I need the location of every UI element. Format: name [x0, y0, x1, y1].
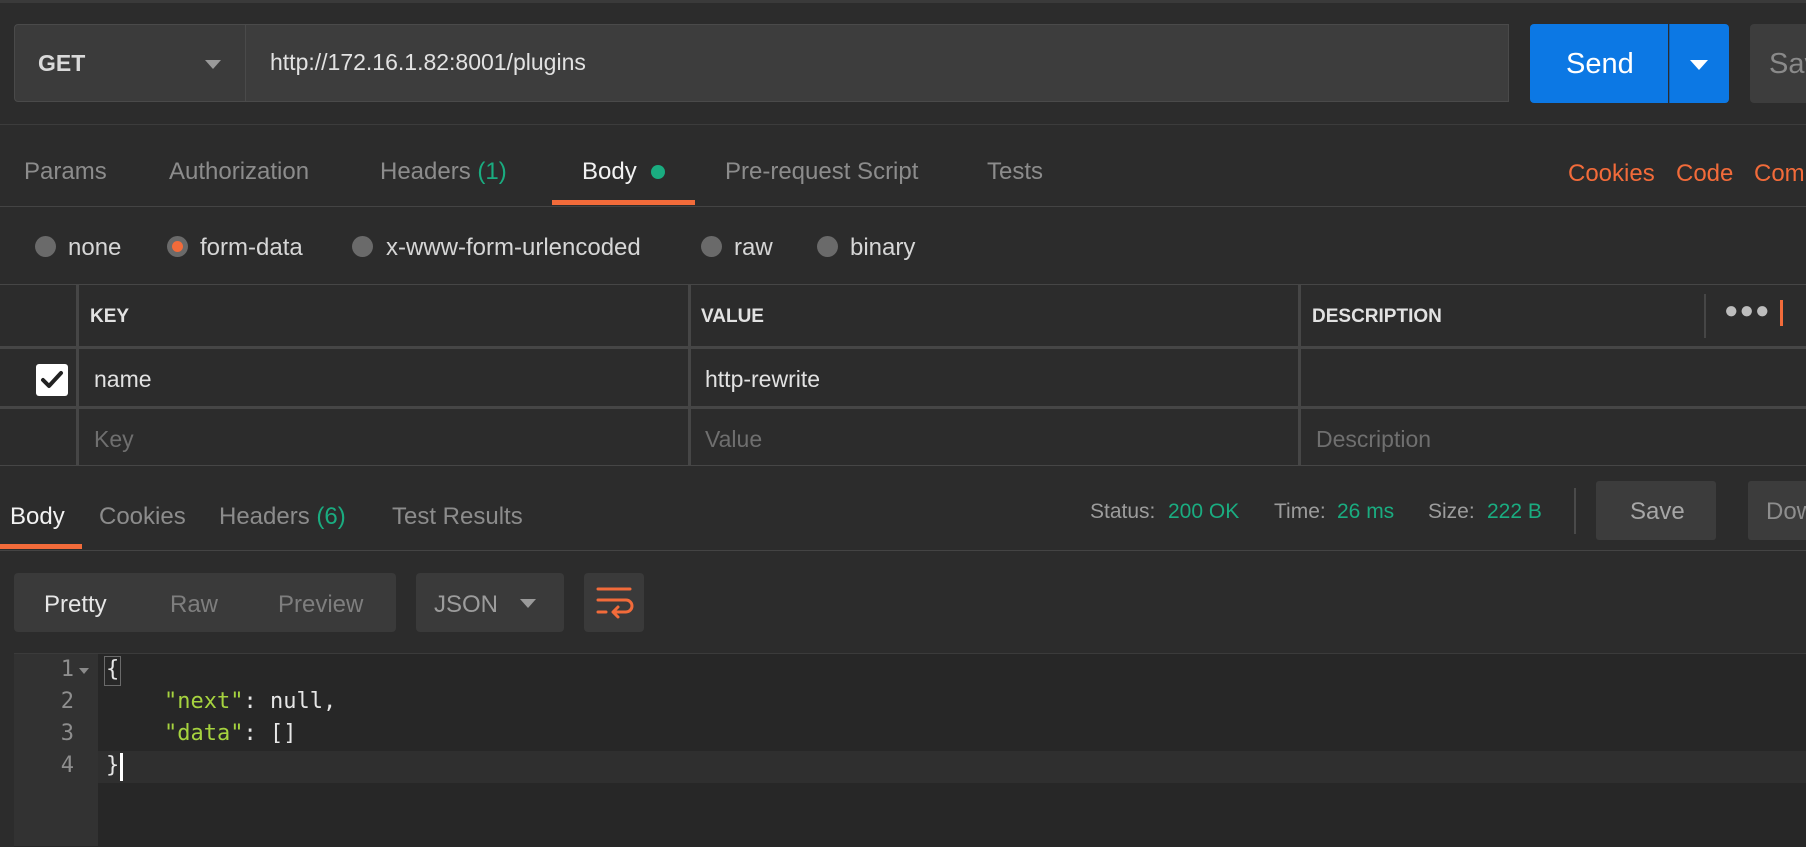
header-divider	[1704, 294, 1706, 338]
response-tab-headers[interactable]: Headers (6)	[219, 503, 346, 531]
description-input[interactable]: Description	[1316, 426, 1431, 453]
radio-none[interactable]	[35, 236, 56, 257]
bulk-edit-link[interactable]	[1780, 300, 1783, 326]
view-pretty[interactable]: Pretty	[44, 591, 107, 619]
table-divider	[0, 346, 1806, 349]
caret-down-icon[interactable]	[1690, 60, 1708, 70]
response-tab-test-results[interactable]: Test Results	[392, 503, 523, 531]
header-value: VALUE	[701, 306, 764, 327]
text-cursor	[120, 753, 123, 781]
radio-raw[interactable]	[701, 236, 722, 257]
line-number: 4	[60, 753, 74, 778]
tab-body[interactable]: Body	[582, 158, 637, 186]
format-label[interactable]: JSON	[434, 591, 498, 619]
radio-binary[interactable]	[817, 236, 838, 257]
radio-raw-label[interactable]: raw	[734, 234, 773, 262]
response-headers-count: (6)	[316, 503, 346, 530]
radio-none-label[interactable]: none	[68, 234, 121, 262]
json-sep: :	[243, 721, 270, 746]
wrap-lines-icon	[596, 587, 634, 619]
column-divider[interactable]	[76, 285, 79, 465]
status-label: Status:	[1090, 500, 1156, 523]
form-data-table	[0, 284, 1806, 466]
response-tab-cookies[interactable]: Cookies	[99, 503, 186, 531]
code-line: "data": []	[164, 721, 296, 746]
time-label: Time:	[1274, 500, 1326, 523]
size-value[interactable]: 222 B	[1487, 500, 1542, 524]
tab-params[interactable]: Params	[24, 158, 107, 186]
line-number: 2	[60, 689, 74, 714]
wrap-lines-button[interactable]	[584, 573, 644, 632]
column-divider[interactable]	[688, 285, 691, 465]
radio-x-www-form-urlencoded[interactable]	[352, 236, 373, 257]
chevron-down-icon[interactable]	[520, 599, 536, 608]
tab-headers[interactable]: Headers (1)	[380, 158, 507, 186]
response-tab-headers-label: Headers	[219, 503, 310, 530]
active-tab-indicator	[552, 200, 695, 205]
response-tab-body[interactable]: Body	[10, 503, 65, 531]
radio-form-data[interactable]	[167, 236, 188, 257]
table-divider	[0, 406, 1806, 409]
time-value[interactable]: 26 ms	[1337, 500, 1394, 524]
fold-arrow-icon[interactable]	[79, 668, 89, 674]
code-line: {	[106, 657, 120, 682]
view-preview[interactable]: Preview	[278, 591, 363, 619]
row-key[interactable]: name	[94, 366, 152, 393]
json-key: "next"	[164, 689, 244, 714]
download-label[interactable]: Download	[1766, 498, 1806, 526]
key-input[interactable]: Key	[94, 426, 134, 453]
response-editor[interactable]	[14, 653, 1806, 847]
tab-authorization[interactable]: Authorization	[169, 158, 309, 186]
ellipsis-icon[interactable]: ●●●	[1724, 297, 1771, 325]
header-key: KEY	[90, 306, 130, 327]
row-checkbox[interactable]	[36, 364, 68, 396]
comments-link-clip: Comments	[1754, 155, 1806, 191]
status-divider	[1574, 488, 1576, 534]
json-sep: :	[243, 689, 270, 714]
comments-link[interactable]: Comments	[1754, 160, 1806, 188]
save-request-label[interactable]: Save	[1769, 48, 1806, 81]
save-response-label[interactable]: Save	[1630, 498, 1685, 526]
cookies-link[interactable]: Cookies	[1568, 160, 1655, 188]
json-key: "data"	[164, 721, 244, 746]
code-line: "next": null,	[164, 689, 336, 714]
column-divider[interactable]	[1298, 285, 1301, 465]
value-input[interactable]: Value	[705, 426, 762, 453]
radio-binary-label[interactable]: binary	[850, 234, 915, 262]
header-description: DESCRIPTION	[1312, 306, 1442, 327]
json-value: []	[269, 721, 297, 746]
radio-x-www-form-urlencoded-label[interactable]: x-www-form-urlencoded	[386, 234, 641, 262]
download-label-clip: Download	[1748, 481, 1806, 540]
status-value[interactable]: 200 OK	[1168, 500, 1239, 524]
size-label: Size:	[1428, 500, 1475, 523]
code-link[interactable]: Code	[1676, 160, 1733, 188]
json-value: null,	[269, 689, 337, 714]
view-raw[interactable]: Raw	[170, 591, 218, 619]
tab-tests[interactable]: Tests	[987, 158, 1043, 186]
chevron-down-icon[interactable]	[205, 60, 221, 69]
code-line: }	[106, 753, 120, 778]
line-number-gutter	[14, 654, 98, 846]
headers-count: (1)	[477, 158, 507, 185]
row-value[interactable]: http-rewrite	[705, 366, 820, 393]
url-value[interactable]: http://172.16.1.82:8001/plugins	[270, 49, 586, 76]
line-number: 1	[60, 657, 74, 682]
tab-headers-label: Headers	[380, 158, 471, 185]
checkmark-icon	[41, 371, 63, 388]
line-number: 3	[60, 721, 74, 746]
active-tab-indicator	[0, 544, 82, 549]
active-line-highlight	[98, 751, 1806, 783]
body-modified-dot	[651, 165, 665, 179]
radio-form-data-label[interactable]: form-data	[200, 234, 303, 262]
send-label[interactable]: Send	[1566, 48, 1634, 81]
tab-pre-request-script[interactable]: Pre-request Script	[725, 158, 918, 186]
method-label[interactable]: GET	[38, 50, 85, 77]
